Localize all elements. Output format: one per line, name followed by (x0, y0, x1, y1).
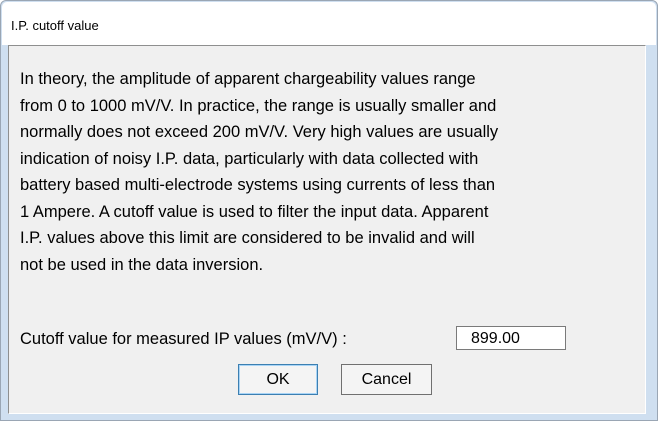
cutoff-value-input[interactable] (456, 326, 566, 350)
title-bar[interactable]: I.P. cutoff value (2, 2, 656, 45)
ok-button[interactable]: OK (238, 364, 318, 395)
window-title: I.P. cutoff value (11, 18, 99, 33)
cutoff-value-label: Cutoff value for measured IP values (mV/… (20, 330, 347, 348)
dialog-window: I.P. cutoff value In theory, the amplitu… (0, 0, 658, 421)
dialog-body: In theory, the amplitude of apparent cha… (8, 45, 646, 414)
description-text: In theory, the amplitude of apparent cha… (20, 70, 499, 274)
cancel-button[interactable]: Cancel (341, 364, 432, 395)
